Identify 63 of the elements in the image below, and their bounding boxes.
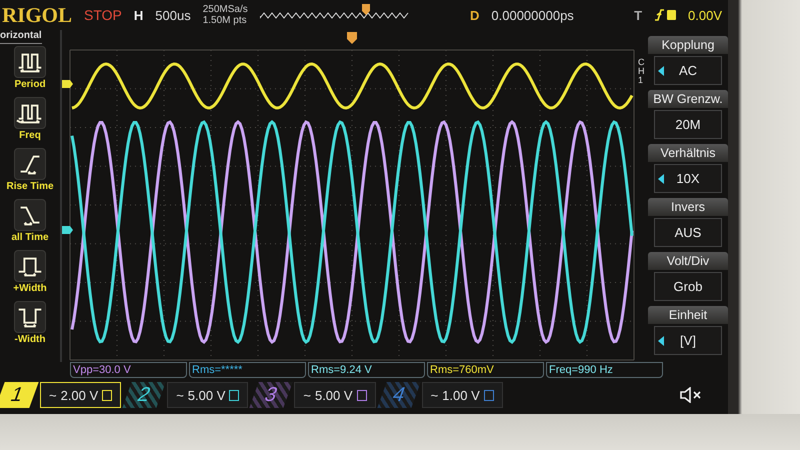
delay-value: 0.00000000ps: [491, 8, 574, 22]
menu-value-button[interactable]: AUS: [654, 218, 722, 247]
measurement-readout: Rms=9.24 V: [308, 362, 425, 378]
pwidth-waveform-icon: [14, 250, 46, 282]
measurement-readout: Vpp=30.0 V: [70, 362, 187, 378]
timebase-value: 500us: [155, 8, 191, 22]
volts-per-division: 5.00 V: [188, 388, 226, 402]
channel-marker-icon: [62, 226, 73, 234]
freq-waveform-icon: [14, 97, 46, 129]
menu-title: Einheit: [648, 306, 728, 324]
fall-waveform-icon: [14, 199, 46, 231]
coupling-symbol: ~: [49, 388, 57, 402]
bandwidth-limit-icon: [229, 390, 240, 400]
channel-number-tab[interactable]: 1: [0, 382, 39, 408]
menu-title: Volt/Div: [648, 252, 728, 270]
menu-value-button[interactable]: 10X: [654, 164, 722, 193]
menu-title: BW Grenzw.: [648, 90, 728, 108]
bandwidth-limit-icon: [102, 390, 112, 400]
volts-per-division: 2.00 V: [60, 388, 98, 402]
nwidth-waveform-icon: [14, 301, 46, 333]
menu-title: Verhältnis: [648, 144, 728, 162]
memory-depth: 1.50M pts: [202, 15, 248, 26]
menu-value-button[interactable]: 20M: [654, 110, 722, 139]
menu-title: Kopplung: [648, 36, 728, 54]
volts-per-division: 1.00 V: [442, 388, 480, 402]
channel-label: CH1: [638, 56, 646, 87]
channel-marker-icon: [62, 80, 73, 88]
measure-button[interactable]: -Width: [0, 301, 60, 352]
measurement-readout: Rms=*****: [189, 362, 306, 378]
run-status: STOP: [84, 7, 122, 23]
measure-button[interactable]: Rise Time: [0, 148, 60, 199]
coupling-symbol: ~: [303, 388, 311, 402]
menu-value-button[interactable]: [V]: [654, 326, 722, 355]
measure-button[interactable]: all Time: [0, 199, 60, 250]
trigger-level: 0.00V: [688, 8, 722, 22]
measure-button[interactable]: +Width: [0, 250, 60, 301]
volts-per-division: 5.00 V: [314, 388, 353, 402]
menu-title: Invers: [648, 198, 728, 216]
timebase-label: H: [134, 8, 144, 22]
bandwidth-limit-icon: [356, 390, 367, 400]
left-arrow-icon: [658, 66, 664, 76]
channel-number-tab[interactable]: 3: [250, 382, 294, 408]
trigger-label: T: [634, 8, 642, 22]
bandwidth-limit-icon: [484, 390, 494, 400]
sample-rate: 250MSa/s: [202, 4, 248, 15]
menu-value-button[interactable]: AC: [654, 56, 722, 85]
trigger-position-icon: [347, 32, 357, 44]
period-waveform-icon: [14, 46, 46, 78]
brand-logo: RIGOL: [2, 2, 72, 28]
rise-waveform-icon: [14, 148, 46, 180]
menu-value-button[interactable]: Grob: [654, 272, 722, 301]
measurement-readout: Freq=990 Hz: [546, 362, 663, 378]
measure-button[interactable]: Period: [0, 46, 60, 97]
left-arrow-icon: [658, 174, 664, 184]
coupling-symbol: ~: [430, 388, 438, 402]
left-arrow-icon: [658, 336, 664, 346]
measurement-readout: Rms=760mV: [427, 362, 544, 378]
trigger-edge-icon: [654, 8, 676, 22]
measure-button[interactable]: Freq: [0, 97, 60, 148]
delay-label: D: [470, 8, 480, 22]
menu-title: orizontal: [0, 30, 42, 44]
coupling-symbol: ~: [176, 388, 184, 402]
channel-number-tab[interactable]: 2: [122, 382, 166, 408]
